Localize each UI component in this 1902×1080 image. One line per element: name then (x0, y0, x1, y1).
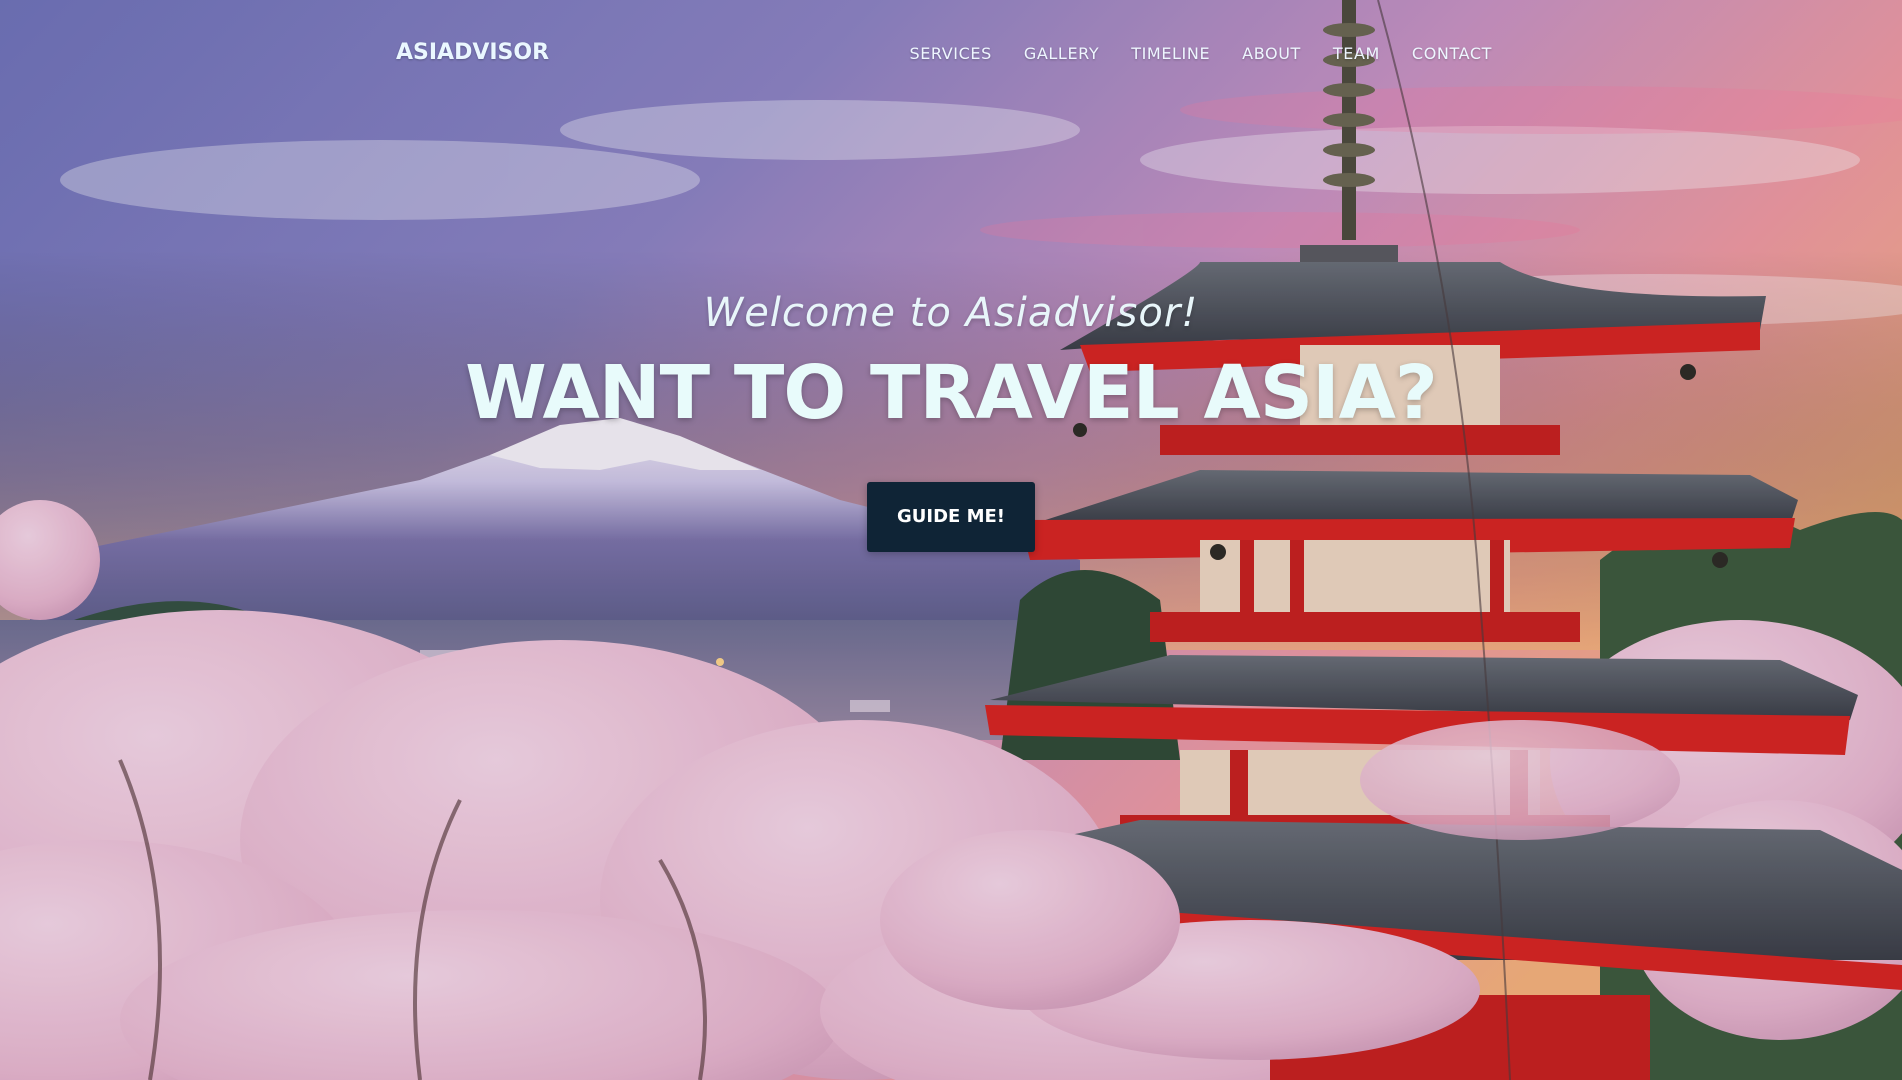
nav-link-timeline[interactable]: TIMELINE (1131, 44, 1210, 63)
hero-section: ASIADVISOR SERVICES GALLERY TIMELINE ABO… (0, 0, 1902, 1080)
nav-item-services: SERVICES (909, 44, 991, 63)
navbar: ASIADVISOR SERVICES GALLERY TIMELINE ABO… (0, 0, 1902, 110)
nav-item-gallery: GALLERY (1024, 44, 1099, 63)
nav-link-team[interactable]: TEAM (1333, 44, 1380, 63)
brand-logo[interactable]: ASIADVISOR (396, 40, 549, 65)
nav-link-about[interactable]: ABOUT (1242, 44, 1301, 63)
hero-content: Welcome to Asiadvisor! WANT TO TRAVEL AS… (0, 290, 1902, 552)
nav-link-services[interactable]: SERVICES (909, 44, 991, 63)
hero-subtitle: Welcome to Asiadvisor! (703, 290, 1199, 336)
nav-item-timeline: TIMELINE (1131, 44, 1210, 63)
hero-title: WANT TO TRAVEL ASIA? (465, 350, 1438, 436)
nav-link-contact[interactable]: CONTACT (1412, 44, 1492, 63)
guide-me-button[interactable]: GUIDE ME! (867, 482, 1035, 552)
nav-item-about: ABOUT (1242, 44, 1301, 63)
nav-links: SERVICES GALLERY TIMELINE ABOUT TEAM CON… (877, 44, 1492, 63)
nav-item-team: TEAM (1333, 44, 1380, 63)
nav-item-contact: CONTACT (1412, 44, 1492, 63)
nav-link-gallery[interactable]: GALLERY (1024, 44, 1099, 63)
